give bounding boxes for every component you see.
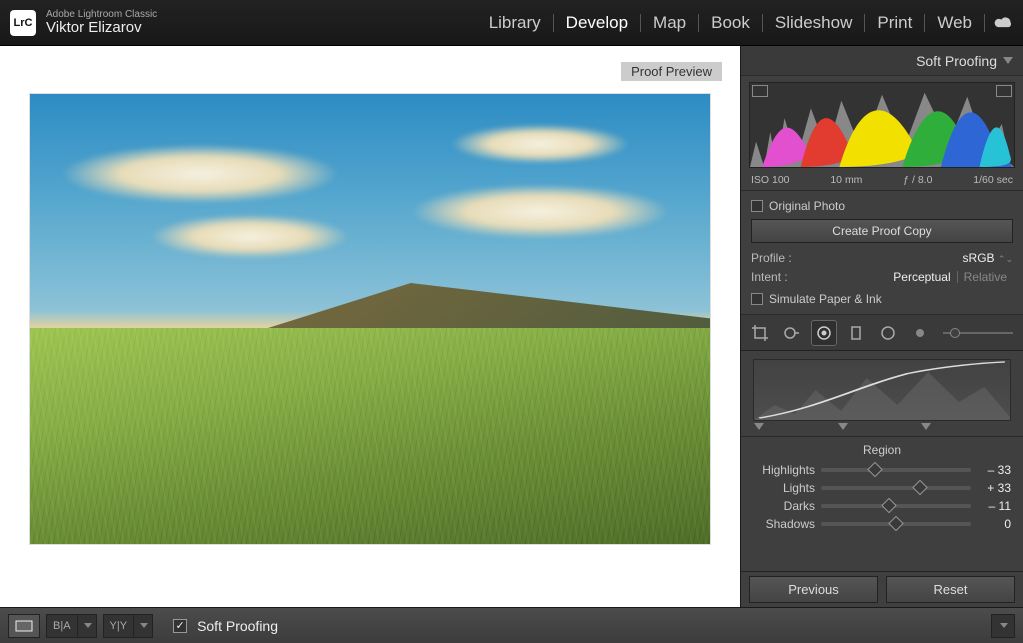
histogram[interactable] (749, 82, 1015, 168)
radial-tool[interactable] (875, 320, 901, 346)
brush-tool[interactable] (907, 320, 933, 346)
simulate-row[interactable]: Simulate Paper & Ink (751, 292, 1013, 306)
grad-tool[interactable] (843, 320, 869, 346)
slider-highlights[interactable]: Highlights – 33 (753, 463, 1011, 477)
intent-perceptual[interactable]: Perceptual (887, 270, 956, 284)
slider-darks[interactable]: Darks – 11 (753, 499, 1011, 513)
tone-curve[interactable] (753, 359, 1011, 421)
image-canvas[interactable]: Proof Preview (0, 46, 740, 607)
preview-image (30, 94, 710, 544)
soft-proof-label: Soft Proofing (197, 618, 278, 634)
module-develop[interactable]: Develop (554, 9, 640, 37)
redeye-tool[interactable] (811, 320, 837, 346)
right-panel: Soft Proofing ISO 100 10 mm (740, 46, 1023, 607)
panel-header[interactable]: Soft Proofing (741, 46, 1023, 76)
proof-preview-badge: Proof Preview (621, 62, 722, 81)
simulate-label: Simulate Paper & Ink (769, 292, 882, 306)
module-slideshow[interactable]: Slideshow (763, 9, 865, 37)
top-bar: LrC Adobe Lightroom Classic Viktor Eliza… (0, 0, 1023, 46)
create-proof-copy-button[interactable]: Create Proof Copy (751, 219, 1013, 243)
tool-strip (741, 315, 1023, 351)
main-area: Proof Preview Soft Proofing (0, 46, 1023, 607)
exif-row: ISO 100 10 mm ƒ / 8.0 1/60 sec (749, 172, 1015, 186)
intent-row: Intent : Perceptual Relative (751, 270, 1013, 284)
original-photo-checkbox[interactable] (751, 200, 763, 212)
histogram-section: ISO 100 10 mm ƒ / 8.0 1/60 sec (741, 76, 1023, 191)
brush-size-slider[interactable] (943, 332, 1013, 334)
module-map[interactable]: Map (641, 9, 698, 37)
module-library[interactable]: Library (477, 9, 553, 37)
curve-split-2[interactable] (838, 423, 848, 430)
spot-tool[interactable] (779, 320, 805, 346)
profile-label: Profile : (751, 251, 792, 265)
slider-shadows[interactable]: Shadows 0 (753, 517, 1011, 531)
soft-proof-section: Original Photo Create Proof Copy Profile… (741, 191, 1023, 315)
simulate-checkbox[interactable] (751, 293, 763, 305)
profile-row[interactable]: Profile : sRGB ⌃⌄ (751, 251, 1013, 265)
panel-title: Soft Proofing (916, 53, 997, 69)
intent-relative[interactable]: Relative (958, 270, 1013, 284)
previous-button[interactable]: Previous (749, 576, 878, 603)
exif-shutter: 1/60 sec (973, 174, 1013, 186)
bottom-toolbar: B|A Y|Y ✓ Soft Proofing (0, 607, 1023, 643)
app-title-block: Adobe Lightroom Classic Viktor Elizarov (46, 9, 157, 37)
crop-tool[interactable] (747, 320, 773, 346)
exif-aperture: ƒ / 8.0 (903, 174, 932, 186)
view-loupe[interactable] (8, 614, 40, 638)
slider-lights[interactable]: Lights + 33 (753, 481, 1011, 495)
curve-split-1[interactable] (754, 423, 764, 430)
view-ba-dropdown[interactable] (78, 614, 97, 638)
module-web[interactable]: Web (925, 9, 984, 37)
module-book[interactable]: Book (699, 9, 762, 37)
region-heading: Region (753, 443, 1011, 457)
exif-iso: ISO 100 (751, 174, 790, 186)
exif-focal: 10 mm (830, 174, 862, 186)
profile-value: sRGB (963, 251, 995, 265)
tone-curve-section (741, 351, 1023, 437)
original-photo-label: Original Photo (769, 199, 845, 213)
reset-button[interactable]: Reset (886, 576, 1015, 603)
view-yy-dropdown[interactable] (134, 614, 153, 638)
toolbar-options-dropdown[interactable] (991, 614, 1015, 638)
app-logo: LrC (10, 10, 36, 36)
soft-proof-checkbox[interactable]: ✓ (173, 619, 187, 633)
intent-label: Intent : (751, 270, 788, 284)
panel-footer-buttons: Previous Reset (741, 571, 1023, 607)
cloud-sync-icon[interactable] (993, 16, 1013, 30)
view-compare-yy[interactable]: Y|Y (103, 614, 135, 638)
module-print[interactable]: Print (865, 9, 924, 37)
original-photo-row[interactable]: Original Photo (751, 199, 1013, 213)
user-name: Viktor Elizarov (46, 20, 157, 37)
region-section: Region Highlights – 33 Lights + 33 Darks… (741, 437, 1023, 545)
module-picker: Library Develop Map Book Slideshow Print… (477, 9, 1013, 37)
view-before-after-lr[interactable]: B|A (46, 614, 78, 638)
panel-collapse-icon (1003, 57, 1013, 64)
curve-split-3[interactable] (921, 423, 931, 430)
